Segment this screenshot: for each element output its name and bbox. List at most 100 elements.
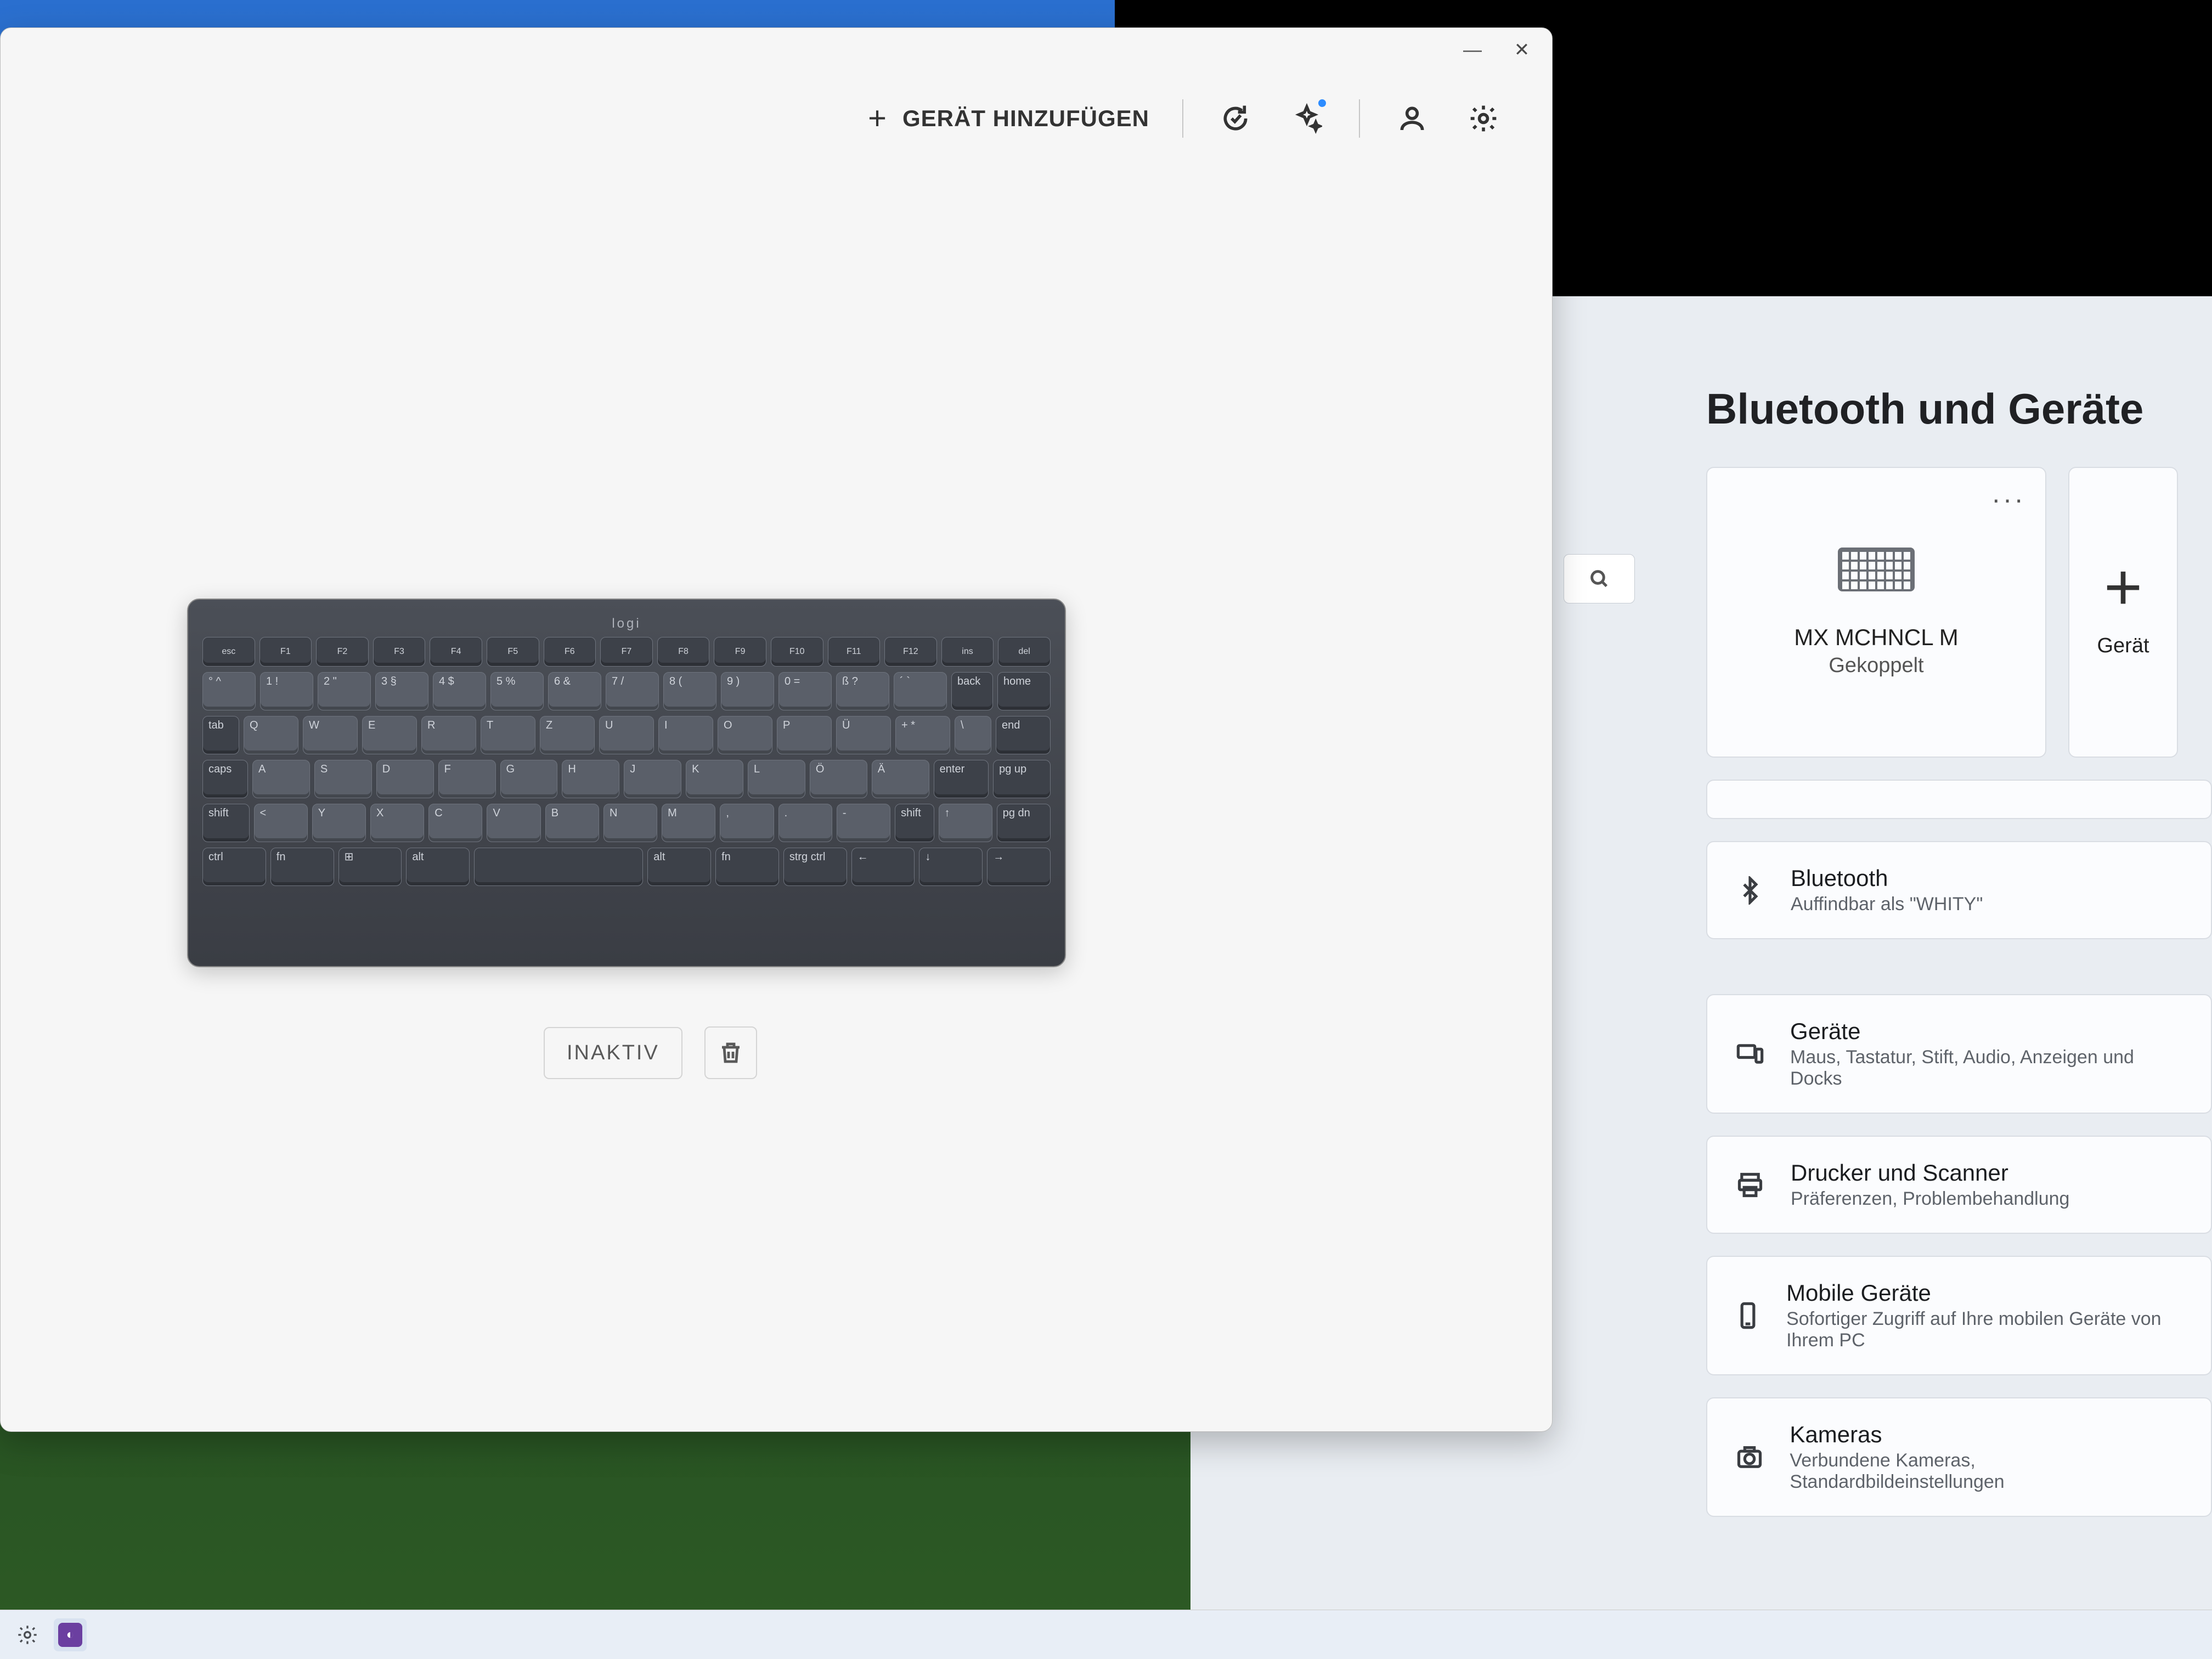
keyboard-key: fn bbox=[270, 848, 334, 886]
keyboard-key: pg up bbox=[993, 760, 1051, 798]
window-close-button[interactable]: ✕ bbox=[1508, 36, 1536, 64]
delete-device-button[interactable] bbox=[704, 1026, 757, 1079]
settings-row-mobile[interactable]: Mobile Geräte Sofortiger Zugriff auf Ihr… bbox=[1706, 1256, 2212, 1375]
keyboard-key: D bbox=[376, 760, 434, 798]
taskbar-app-icon[interactable]: ◐ bbox=[54, 1618, 87, 1651]
bluetooth-icon bbox=[1734, 874, 1767, 907]
settings-row-title: Kameras bbox=[1790, 1421, 2185, 1448]
gear-icon bbox=[1468, 103, 1499, 134]
keyboard-key: F2 bbox=[316, 637, 369, 667]
keyboard-key: N bbox=[603, 804, 657, 842]
window-minimize-button[interactable]: — bbox=[1459, 36, 1486, 64]
settings-row-subtitle: Maus, Tastatur, Stift, Audio, Anzeigen u… bbox=[1790, 1047, 2185, 1090]
device-status-chip[interactable]: INAKTIV bbox=[544, 1027, 682, 1079]
keyboard-key: W bbox=[303, 716, 358, 754]
keyboard-key: 0 = bbox=[778, 672, 832, 710]
keyboard-key: Q bbox=[244, 716, 298, 754]
keyboard-key: F11 bbox=[828, 637, 881, 667]
keyboard-key: F9 bbox=[714, 637, 766, 667]
devices-icon bbox=[1734, 1037, 1766, 1070]
keyboard-key: caps bbox=[202, 760, 248, 798]
keyboard-key: E bbox=[362, 716, 417, 754]
settings-row-subtitle: Sofortiger Zugriff auf Ihre mobilen Gerä… bbox=[1786, 1308, 2185, 1351]
keyboard-key: + * bbox=[895, 716, 950, 754]
keyboard-key: F12 bbox=[884, 637, 937, 667]
device-tile-more-icon[interactable]: ··· bbox=[1991, 483, 2025, 515]
settings-row-printers[interactable]: Drucker und Scanner Präferenzen, Problem… bbox=[1706, 1136, 2212, 1234]
keyboard-key: Ü bbox=[836, 716, 891, 754]
account-button[interactable] bbox=[1393, 99, 1431, 138]
plus-icon: + bbox=[2104, 567, 2142, 607]
settings-row-cameras[interactable]: Kameras Verbundene Kameras, Standardbild… bbox=[1706, 1397, 2212, 1517]
keyboard-key: V bbox=[487, 804, 540, 842]
keyboard-key bbox=[474, 848, 643, 886]
keyboard-key: del bbox=[998, 637, 1051, 667]
toolbar-separator bbox=[1182, 99, 1183, 138]
keyboard-key: ins bbox=[941, 637, 994, 667]
keyboard-key: G bbox=[500, 760, 558, 798]
keyboard-key: strg ctrl bbox=[783, 848, 847, 886]
keyboard-key: 8 ( bbox=[663, 672, 716, 710]
keyboard-key: . bbox=[778, 804, 832, 842]
sync-button[interactable] bbox=[1216, 99, 1255, 138]
taskbar-settings-icon[interactable] bbox=[11, 1618, 44, 1651]
keyboard-key: back bbox=[951, 672, 993, 710]
add-device-tile[interactable]: + Gerät bbox=[2068, 467, 2178, 758]
keyboard-key: Z bbox=[540, 716, 595, 754]
settings-button[interactable] bbox=[1464, 99, 1503, 138]
keyboard-key: F10 bbox=[771, 637, 823, 667]
paired-device-tile[interactable]: ··· MX MCHNCL M Gekoppelt bbox=[1706, 467, 2046, 758]
app-logo-icon: ◐ bbox=[58, 1623, 82, 1647]
device-tile-name: MX MCHNCL M bbox=[1794, 624, 1958, 651]
keyboard-key: esc bbox=[202, 637, 255, 667]
keyboard-key: X bbox=[370, 804, 424, 842]
keyboard-key: F bbox=[438, 760, 496, 798]
keyboard-key: T bbox=[481, 716, 535, 754]
add-device-button[interactable]: + GERÄT HINZUFÜGEN bbox=[868, 103, 1149, 134]
keyboard-key: ctrl bbox=[202, 848, 266, 886]
keyboard-key: shift bbox=[895, 804, 934, 842]
keyboard-key: 3 § bbox=[375, 672, 428, 710]
keyboard-key: Ö bbox=[810, 760, 867, 798]
toolbar-separator bbox=[1359, 99, 1360, 138]
keyboard-key: Y bbox=[312, 804, 366, 842]
settings-row-devices[interactable]: Geräte Maus, Tastatur, Stift, Audio, Anz… bbox=[1706, 994, 2212, 1114]
keyboard-key: R bbox=[421, 716, 476, 754]
keyboard-key: O bbox=[718, 716, 772, 754]
keyboard-key: pg dn bbox=[997, 804, 1051, 842]
add-device-label: GERÄT HINZUFÜGEN bbox=[902, 105, 1149, 132]
keyboard-key: F8 bbox=[657, 637, 710, 667]
keyboard-key: F3 bbox=[373, 637, 426, 667]
keyboard-key: alt bbox=[406, 848, 470, 886]
settings-search-box[interactable] bbox=[1564, 554, 1635, 603]
keyboard-key: 7 / bbox=[606, 672, 659, 710]
sparkle-icon bbox=[1291, 103, 1322, 134]
keyboard-brand-label: logi bbox=[202, 616, 1051, 631]
settings-row-title: Drucker und Scanner bbox=[1791, 1160, 2069, 1186]
device-image-keyboard[interactable]: logi escF1F2F3F4F5F6F7F8F9F10F11F12insde… bbox=[187, 599, 1066, 967]
keyboard-key: Ä bbox=[872, 760, 929, 798]
keyboard-key: shift bbox=[202, 804, 250, 842]
bluetooth-toggle-row[interactable]: Bluetooth Auffindbar als "WHITY" bbox=[1706, 841, 2212, 939]
taskbar[interactable]: ◐ bbox=[0, 1610, 2212, 1659]
plus-icon: + bbox=[868, 103, 887, 134]
keyboard-key: F1 bbox=[259, 637, 312, 667]
notification-dot-icon bbox=[1318, 99, 1326, 107]
keyboard-key: < bbox=[254, 804, 308, 842]
keyboard-key: F7 bbox=[600, 637, 653, 667]
keyboard-key: U bbox=[599, 716, 654, 754]
keyboard-key: enter bbox=[934, 760, 989, 798]
keyboard-key: tab bbox=[202, 716, 239, 754]
keyboard-key: 5 % bbox=[490, 672, 544, 710]
keyboard-key: \ bbox=[955, 716, 991, 754]
keyboard-key: ← bbox=[851, 848, 915, 886]
settings-row-subtitle: Präferenzen, Problembehandlung bbox=[1791, 1188, 2069, 1210]
smart-actions-button[interactable] bbox=[1288, 99, 1326, 138]
keyboard-key: L bbox=[748, 760, 805, 798]
mobile-icon bbox=[1734, 1299, 1762, 1332]
keyboard-key: K bbox=[686, 760, 743, 798]
search-icon bbox=[1588, 568, 1610, 590]
keyboard-key: 6 & bbox=[548, 672, 601, 710]
settings-row-title: Mobile Geräte bbox=[1786, 1280, 2185, 1306]
keyboard-key: 1 ! bbox=[260, 672, 313, 710]
